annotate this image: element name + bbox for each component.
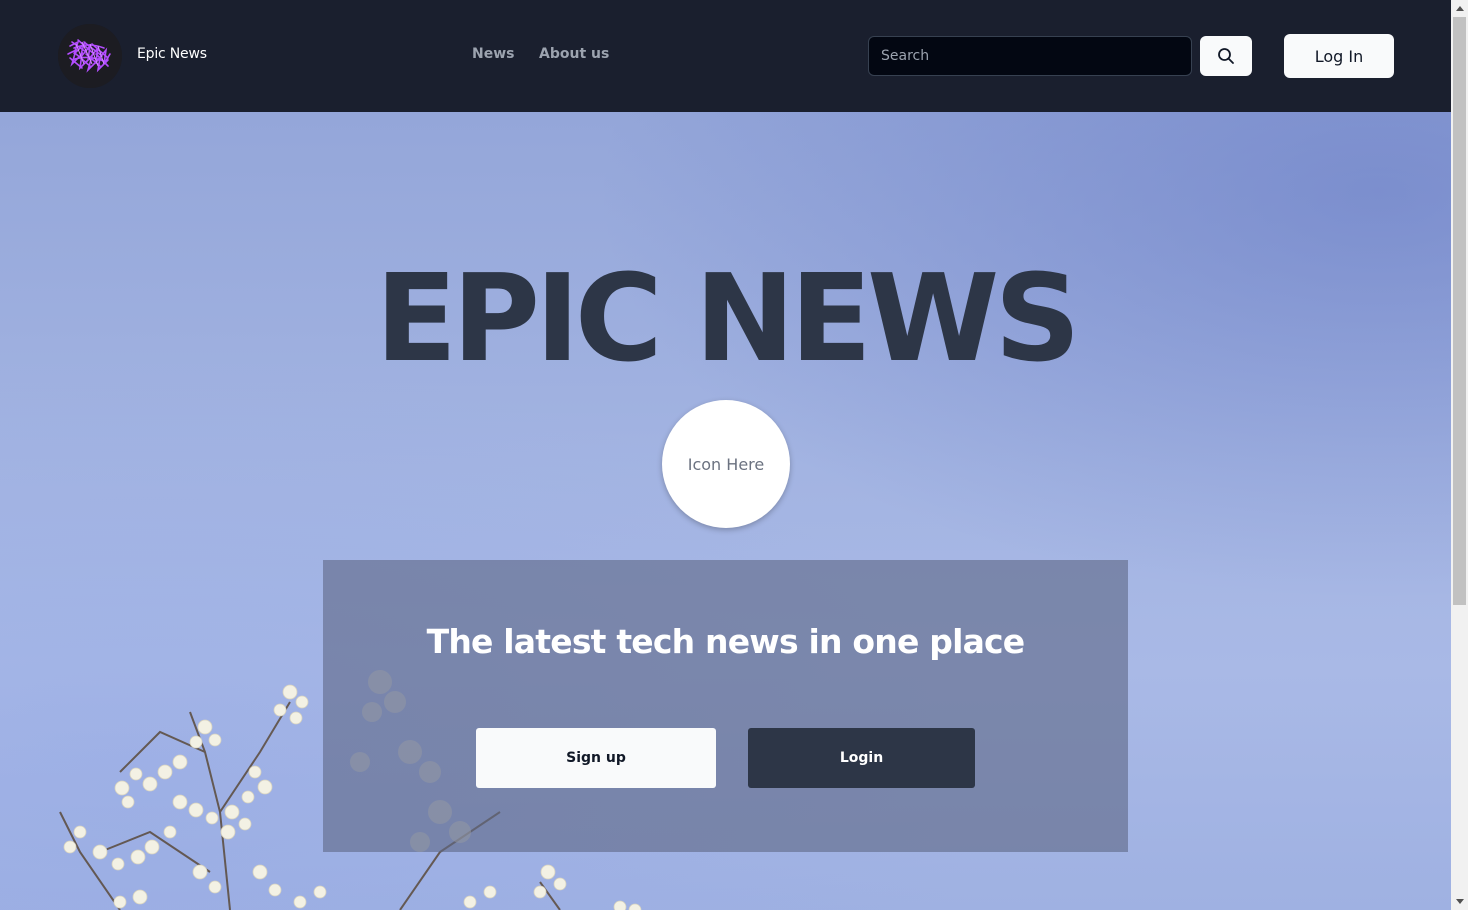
login-button[interactable]: Login (748, 728, 975, 788)
brand-logo[interactable] (58, 24, 122, 88)
top-navbar: Epic News News About us Log In (0, 0, 1451, 112)
magnifier-icon (1218, 48, 1234, 64)
scroll-up-arrow[interactable] (1451, 0, 1468, 17)
hero-section: EPIC NEWS Icon Here The latest tech news… (0, 112, 1451, 910)
icon-placeholder: Icon Here (662, 400, 790, 528)
sign-up-button[interactable]: Sign up (476, 728, 716, 788)
nav-link-news[interactable]: News (472, 46, 514, 62)
log-in-button[interactable]: Log In (1284, 34, 1394, 78)
nav-link-about-us[interactable]: About us (539, 46, 609, 62)
search-button[interactable] (1200, 36, 1252, 76)
hero-panel: The latest tech news in one place Sign u… (323, 560, 1128, 852)
hero-title: EPIC NEWS (375, 250, 1081, 389)
icon-placeholder-text: Icon Here (687, 454, 765, 474)
triangle-up-icon (1455, 6, 1464, 11)
panel-heading: The latest tech news in one place (426, 622, 1026, 661)
search-input[interactable] (868, 36, 1192, 76)
scroll-thumb[interactable] (1453, 17, 1466, 605)
page-scrollbar[interactable] (1451, 0, 1468, 910)
triangle-down-icon (1455, 899, 1464, 904)
brand-name[interactable]: Epic News (137, 46, 207, 62)
scroll-down-arrow[interactable] (1451, 893, 1468, 910)
logo-icon (58, 24, 122, 88)
